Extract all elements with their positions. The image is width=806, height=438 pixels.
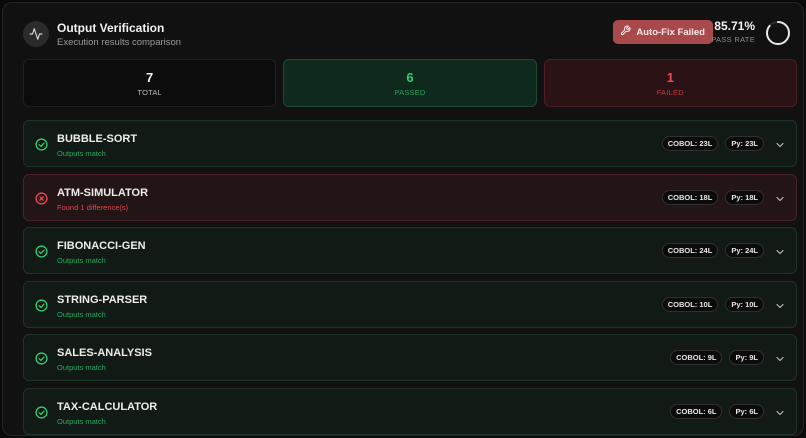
page-subtitle: Execution results comparison — [57, 37, 182, 48]
cobol-lines-badge: COBOL: 24L — [661, 243, 719, 258]
result-message: Outputs match — [57, 363, 106, 372]
panel-header: Output Verification Execution results co… — [23, 19, 791, 51]
line-count-badges: COBOL: 9L Py: 9L — [670, 350, 764, 365]
result-message: Outputs match — [57, 416, 106, 426]
results-list: BUBBLE-SORT Outputs match COBOL: 23L Py: 23… — [23, 120, 797, 435]
python-lines-badge: Py: 24L — [725, 243, 764, 258]
line-count-badges: COBOL: 24L Py: 24L — [661, 243, 764, 258]
wrench-icon — [620, 25, 631, 39]
line-count-badges: COBOL: 23L Py: 23L — [661, 136, 764, 151]
line-count-badges: COBOL: 18L Py: 18L — [661, 189, 764, 205]
result-message: Outputs match — [57, 309, 106, 319]
result-row[interactable]: FIBONACCI-GEN Outputs match COBOL: 24L Py: … — [23, 227, 797, 274]
result-row[interactable]: TAX-CALCULATOR Outputs match COBOL: 6L Py: … — [23, 387, 797, 435]
result-name: TAX-CALCULATOR — [57, 400, 158, 413]
chevron-down-icon[interactable] — [774, 352, 786, 364]
python-lines-badge: Py: 18L — [725, 189, 764, 205]
result-name: FIBONACCI-GEN — [57, 240, 146, 252]
result-row[interactable]: BUBBLE-SORT Outputs match COBOL: 23L Py: 23… — [23, 120, 797, 167]
result-name: STRING-PARSER — [57, 293, 148, 306]
output-verification-panel: Output Verification Execution results co… — [2, 2, 804, 436]
auto-fix-button[interactable]: Auto-Fix Failed — [613, 20, 713, 44]
result-row[interactable]: SALES-ANALYSIS Outputs match COBOL: 9L Py: … — [23, 334, 797, 381]
result-message: Found 1 difference(s) — [57, 202, 129, 212]
stat-failed: 1 FAILED — [543, 59, 797, 107]
summary-stats: 7 TOTAL 6 PASSED 1 FAILED — [23, 59, 797, 107]
line-count-badges: COBOL: 10L Py: 10L — [661, 296, 764, 312]
stat-passed: 6 PASSED — [283, 59, 537, 107]
cobol-lines-badge: COBOL: 18L — [661, 189, 719, 205]
check-circle-icon — [35, 405, 48, 419]
stat-passed-value: 6 — [406, 69, 414, 85]
cobol-lines-badge: COBOL: 23L — [661, 136, 719, 151]
result-row[interactable]: ATM-SIMULATOR Found 1 difference(s) COBOL:… — [23, 173, 797, 221]
check-circle-icon — [35, 138, 48, 151]
stat-passed-label: PASSED — [394, 87, 426, 97]
stat-total-label: TOTAL — [137, 87, 162, 97]
cobol-lines-badge: COBOL: 9L — [670, 350, 723, 365]
result-name: SALES-ANALYSIS — [57, 347, 152, 359]
check-circle-icon — [35, 298, 48, 312]
result-name: ATM-SIMULATOR — [57, 186, 149, 199]
pass-rate-value: 85.71% — [714, 19, 755, 33]
python-lines-badge: Py: 10L — [725, 296, 764, 312]
cobol-lines-badge: COBOL: 6L — [670, 403, 723, 419]
auto-fix-label: Auto-Fix Failed — [636, 26, 705, 38]
python-lines-badge: Py: 9L — [729, 350, 764, 365]
line-count-badges: COBOL: 6L Py: 6L — [670, 403, 764, 419]
stat-failed-label: FAILED — [656, 87, 684, 97]
python-lines-badge: Py: 23L — [725, 136, 764, 151]
check-circle-icon — [35, 245, 48, 258]
chevron-down-icon[interactable] — [774, 192, 786, 204]
x-circle-icon — [35, 191, 48, 205]
result-message: Outputs match — [57, 149, 106, 158]
pass-rate: 85.71% PASS RATE — [711, 19, 755, 44]
result-name: BUBBLE-SORT — [57, 133, 138, 145]
pass-rate-label: PASS RATE — [711, 35, 755, 44]
cobol-lines-badge: COBOL: 10L — [661, 296, 719, 312]
activity-icon — [23, 21, 49, 47]
python-lines-badge: Py: 6L — [729, 403, 764, 419]
chevron-down-icon[interactable] — [774, 138, 786, 150]
stat-failed-value: 1 — [666, 69, 674, 85]
pass-rate-ring — [766, 21, 790, 45]
stat-total: 7 TOTAL — [23, 59, 277, 107]
chevron-down-icon[interactable] — [774, 299, 786, 311]
check-circle-icon — [35, 352, 48, 365]
page-title: Output Verification — [57, 21, 165, 35]
chevron-down-icon[interactable] — [774, 245, 786, 257]
result-row[interactable]: STRING-PARSER Outputs match COBOL: 10L Py: … — [23, 280, 797, 328]
chevron-down-icon[interactable] — [774, 406, 786, 418]
result-message: Outputs match — [57, 256, 106, 265]
stat-total-value: 7 — [146, 69, 154, 85]
